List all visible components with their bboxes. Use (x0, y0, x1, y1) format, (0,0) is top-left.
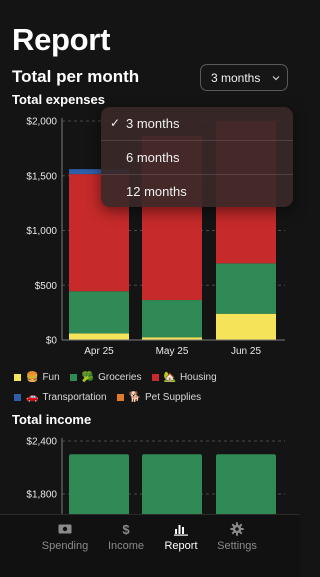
legend-label: Fun (42, 372, 60, 383)
y-tick-label: $1,800 (26, 490, 57, 501)
income-chart: $2,400 $1,800 (26, 437, 285, 518)
legend-item-groceries: 🥦 Groceries (69, 372, 142, 383)
period-select-value: 3 months (211, 71, 261, 85)
period-option-6-months[interactable]: 6 months (101, 140, 293, 174)
legend-swatch (14, 374, 21, 381)
gear-icon (207, 521, 267, 537)
legend-swatch (116, 394, 124, 401)
y-tick-label: $500 (35, 281, 58, 292)
bar-segment-groceries (216, 263, 276, 314)
tab-income[interactable]: $ Income (96, 521, 156, 553)
tab-label: Income (107, 540, 145, 552)
x-tick-label: Jun 25 (231, 346, 261, 357)
period-option-12-months[interactable]: 12 months (101, 174, 293, 208)
legend-item-housing: 🏡 Housing (151, 372, 217, 383)
tab-bar: Spending $ Income Report Settings (0, 514, 300, 577)
expenses-title: Total expenses (12, 92, 105, 107)
y-tick-label: $1,500 (26, 171, 57, 182)
tab-label: Spending (41, 540, 89, 552)
y-tick-label: $2,000 (26, 117, 57, 128)
legend-swatch (151, 374, 159, 381)
tab-settings[interactable]: Settings (207, 521, 267, 552)
section-title: Total per month (12, 67, 140, 86)
legend-item-fun: 🍔 Fun (14, 372, 60, 383)
income-bar (69, 454, 129, 518)
x-tick-label: May 25 (156, 346, 189, 357)
period-option-3-months[interactable]: ✓ 3 months (101, 107, 293, 140)
income-bar (142, 454, 202, 518)
bar-segment-fun (216, 313, 276, 340)
period-dropdown: ✓ 3 months 6 months 12 months (101, 107, 293, 207)
y-tick-label: $0 (46, 336, 58, 347)
legend-emoji-icon: 🏡 (163, 372, 176, 383)
legend-label: Transportation (42, 392, 107, 403)
tab-report[interactable]: Report (151, 521, 211, 552)
legend-emoji-icon: 🚗 (26, 392, 39, 403)
period-option-label: 3 months (126, 116, 180, 131)
x-tick-label: Apr 25 (84, 346, 114, 357)
period-select[interactable]: 3 months (200, 64, 288, 91)
bar-segment-groceries (69, 291, 129, 334)
tab-spending[interactable]: Spending (35, 521, 95, 552)
legend-emoji-icon: 🐕 (128, 392, 142, 403)
tab-label: Report (164, 540, 198, 552)
period-option-label: 6 months (126, 150, 180, 165)
income-bar (216, 454, 276, 518)
page-title: Report (12, 22, 111, 57)
legend-swatch (69, 374, 77, 381)
chevron-down-icon (271, 72, 281, 86)
legend-emoji-icon: 🥦 (81, 372, 95, 383)
legend-label: Pet Supplies (145, 392, 202, 403)
dollar-icon: $ (122, 521, 130, 537)
legend-item-transportation: 🚗 Transportation (14, 392, 107, 403)
legend-emoji-icon: 🍔 (26, 372, 39, 383)
chart-icon (151, 521, 211, 537)
legend: 🍔 Fun 🥦 Groceries 🏡 Housing 🚗 Transportation 🐕 P… (14, 372, 294, 412)
legend-item-pet-supplies: 🐕 Pet Supplies (116, 392, 202, 403)
bar-segment-groceries (142, 300, 202, 338)
legend-label: Housing (179, 372, 217, 383)
tab-label: Settings (217, 540, 257, 552)
bar-segment-fun (69, 333, 129, 340)
income-title: Total income (12, 412, 92, 427)
banknote-icon (35, 521, 95, 537)
y-tick-label: $2,400 (26, 437, 57, 448)
legend-swatch (14, 394, 21, 401)
legend-label: Groceries (98, 372, 142, 383)
checkmark-icon: ✓ (110, 116, 121, 130)
period-option-label: 12 months (126, 184, 187, 199)
y-tick-label: $1,000 (26, 226, 57, 237)
